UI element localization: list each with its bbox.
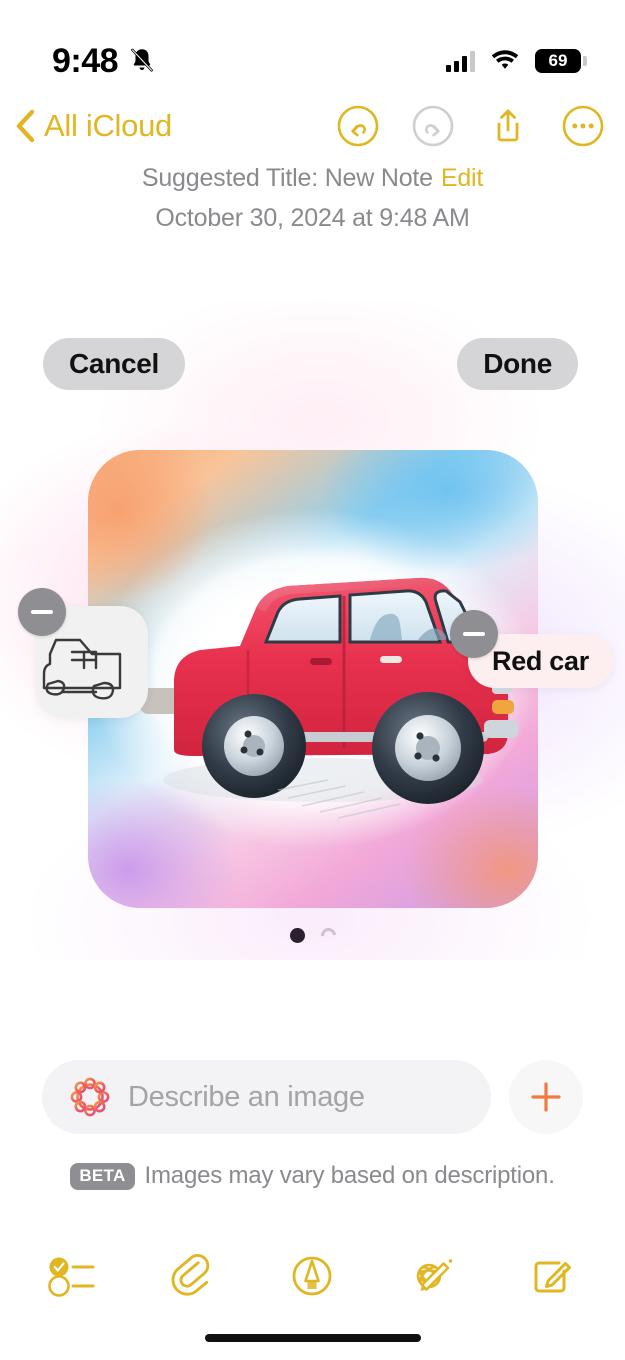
redo-circle-icon: [412, 105, 454, 147]
paperclip-icon: [171, 1254, 210, 1296]
page-dot-loading[interactable]: [317, 924, 339, 947]
compose-icon: [534, 1261, 572, 1293]
status-bar-left: 9:48: [52, 44, 157, 78]
add-concept-button[interactable]: [509, 1060, 583, 1134]
beta-badge: BETA: [70, 1162, 135, 1190]
back-button-label: All iCloud: [44, 108, 172, 143]
plus-icon: [531, 1082, 561, 1112]
generated-image-card[interactable]: [88, 450, 538, 908]
nav-actions: [336, 98, 605, 154]
front-wheel: [372, 692, 484, 804]
suggested-title-text: Suggested Title: New Note: [141, 164, 433, 192]
concept-chip-label: Red car: [492, 645, 589, 676]
image-page-indicator: [0, 924, 625, 947]
rear-wheel: [202, 694, 306, 798]
compose-button[interactable]: [513, 1242, 589, 1310]
markup-pen-icon: [293, 1256, 332, 1296]
checklist-button[interactable]: [36, 1242, 112, 1310]
status-bar-right: 69: [446, 49, 587, 73]
share-up-arrow-icon[interactable]: [486, 104, 530, 148]
describe-image-input[interactable]: Describe an image: [42, 1060, 491, 1134]
home-indicator: [204, 1334, 421, 1342]
note-date: October 30, 2024 at 9:48 AM: [155, 204, 470, 232]
done-button[interactable]: Done: [457, 338, 578, 390]
beta-disclaimer: BETA Images may vary based on descriptio…: [0, 1162, 625, 1190]
navigation-bar: All iCloud: [0, 98, 625, 154]
ellipsis-circle-icon[interactable]: [561, 104, 605, 148]
status-bar: 9:48 69: [0, 0, 625, 92]
cellular-signal-icon: [446, 50, 475, 72]
checklist-icon: [47, 1257, 95, 1297]
generated-car-image: [140, 577, 518, 819]
remove-text-concept-button[interactable]: [450, 610, 498, 658]
beta-disclaimer-text: Images may vary based on description.: [144, 1162, 555, 1189]
suggested-title-row: Suggested Title: New Note Edit: [0, 158, 625, 198]
bell-slash-icon: [131, 48, 153, 72]
battery-indicator: 69: [535, 49, 587, 73]
prompt-row: Describe an image: [42, 1060, 583, 1134]
back-button[interactable]: All iCloud: [14, 107, 172, 145]
markup-button[interactable]: [274, 1242, 350, 1310]
notes-app-screen: 9:48 69 All iCloud Suggested Title: New …: [0, 0, 625, 1360]
notes-bottom-toolbar: [0, 1238, 625, 1314]
page-dot-active[interactable]: [289, 928, 305, 943]
describe-image-placeholder: Describe an image: [128, 1080, 365, 1113]
status-bar-clock: 9:48: [52, 42, 119, 80]
undo-circle-icon[interactable]: [336, 104, 380, 148]
cancel-button[interactable]: Cancel: [43, 338, 186, 390]
image-playground-button[interactable]: [394, 1242, 470, 1310]
attachment-button[interactable]: [155, 1242, 231, 1310]
apple-intelligence-icon: [70, 1077, 110, 1117]
remove-sketch-concept-button[interactable]: [18, 588, 66, 636]
note-header: Suggested Title: New Note Edit October 30…: [0, 158, 625, 238]
wifi-icon: [491, 50, 519, 69]
chevron-left-icon: [16, 109, 35, 143]
edit-title-button[interactable]: Edit: [441, 164, 483, 192]
battery-level: 69: [548, 51, 568, 70]
image-playground-icon: [416, 1259, 453, 1291]
